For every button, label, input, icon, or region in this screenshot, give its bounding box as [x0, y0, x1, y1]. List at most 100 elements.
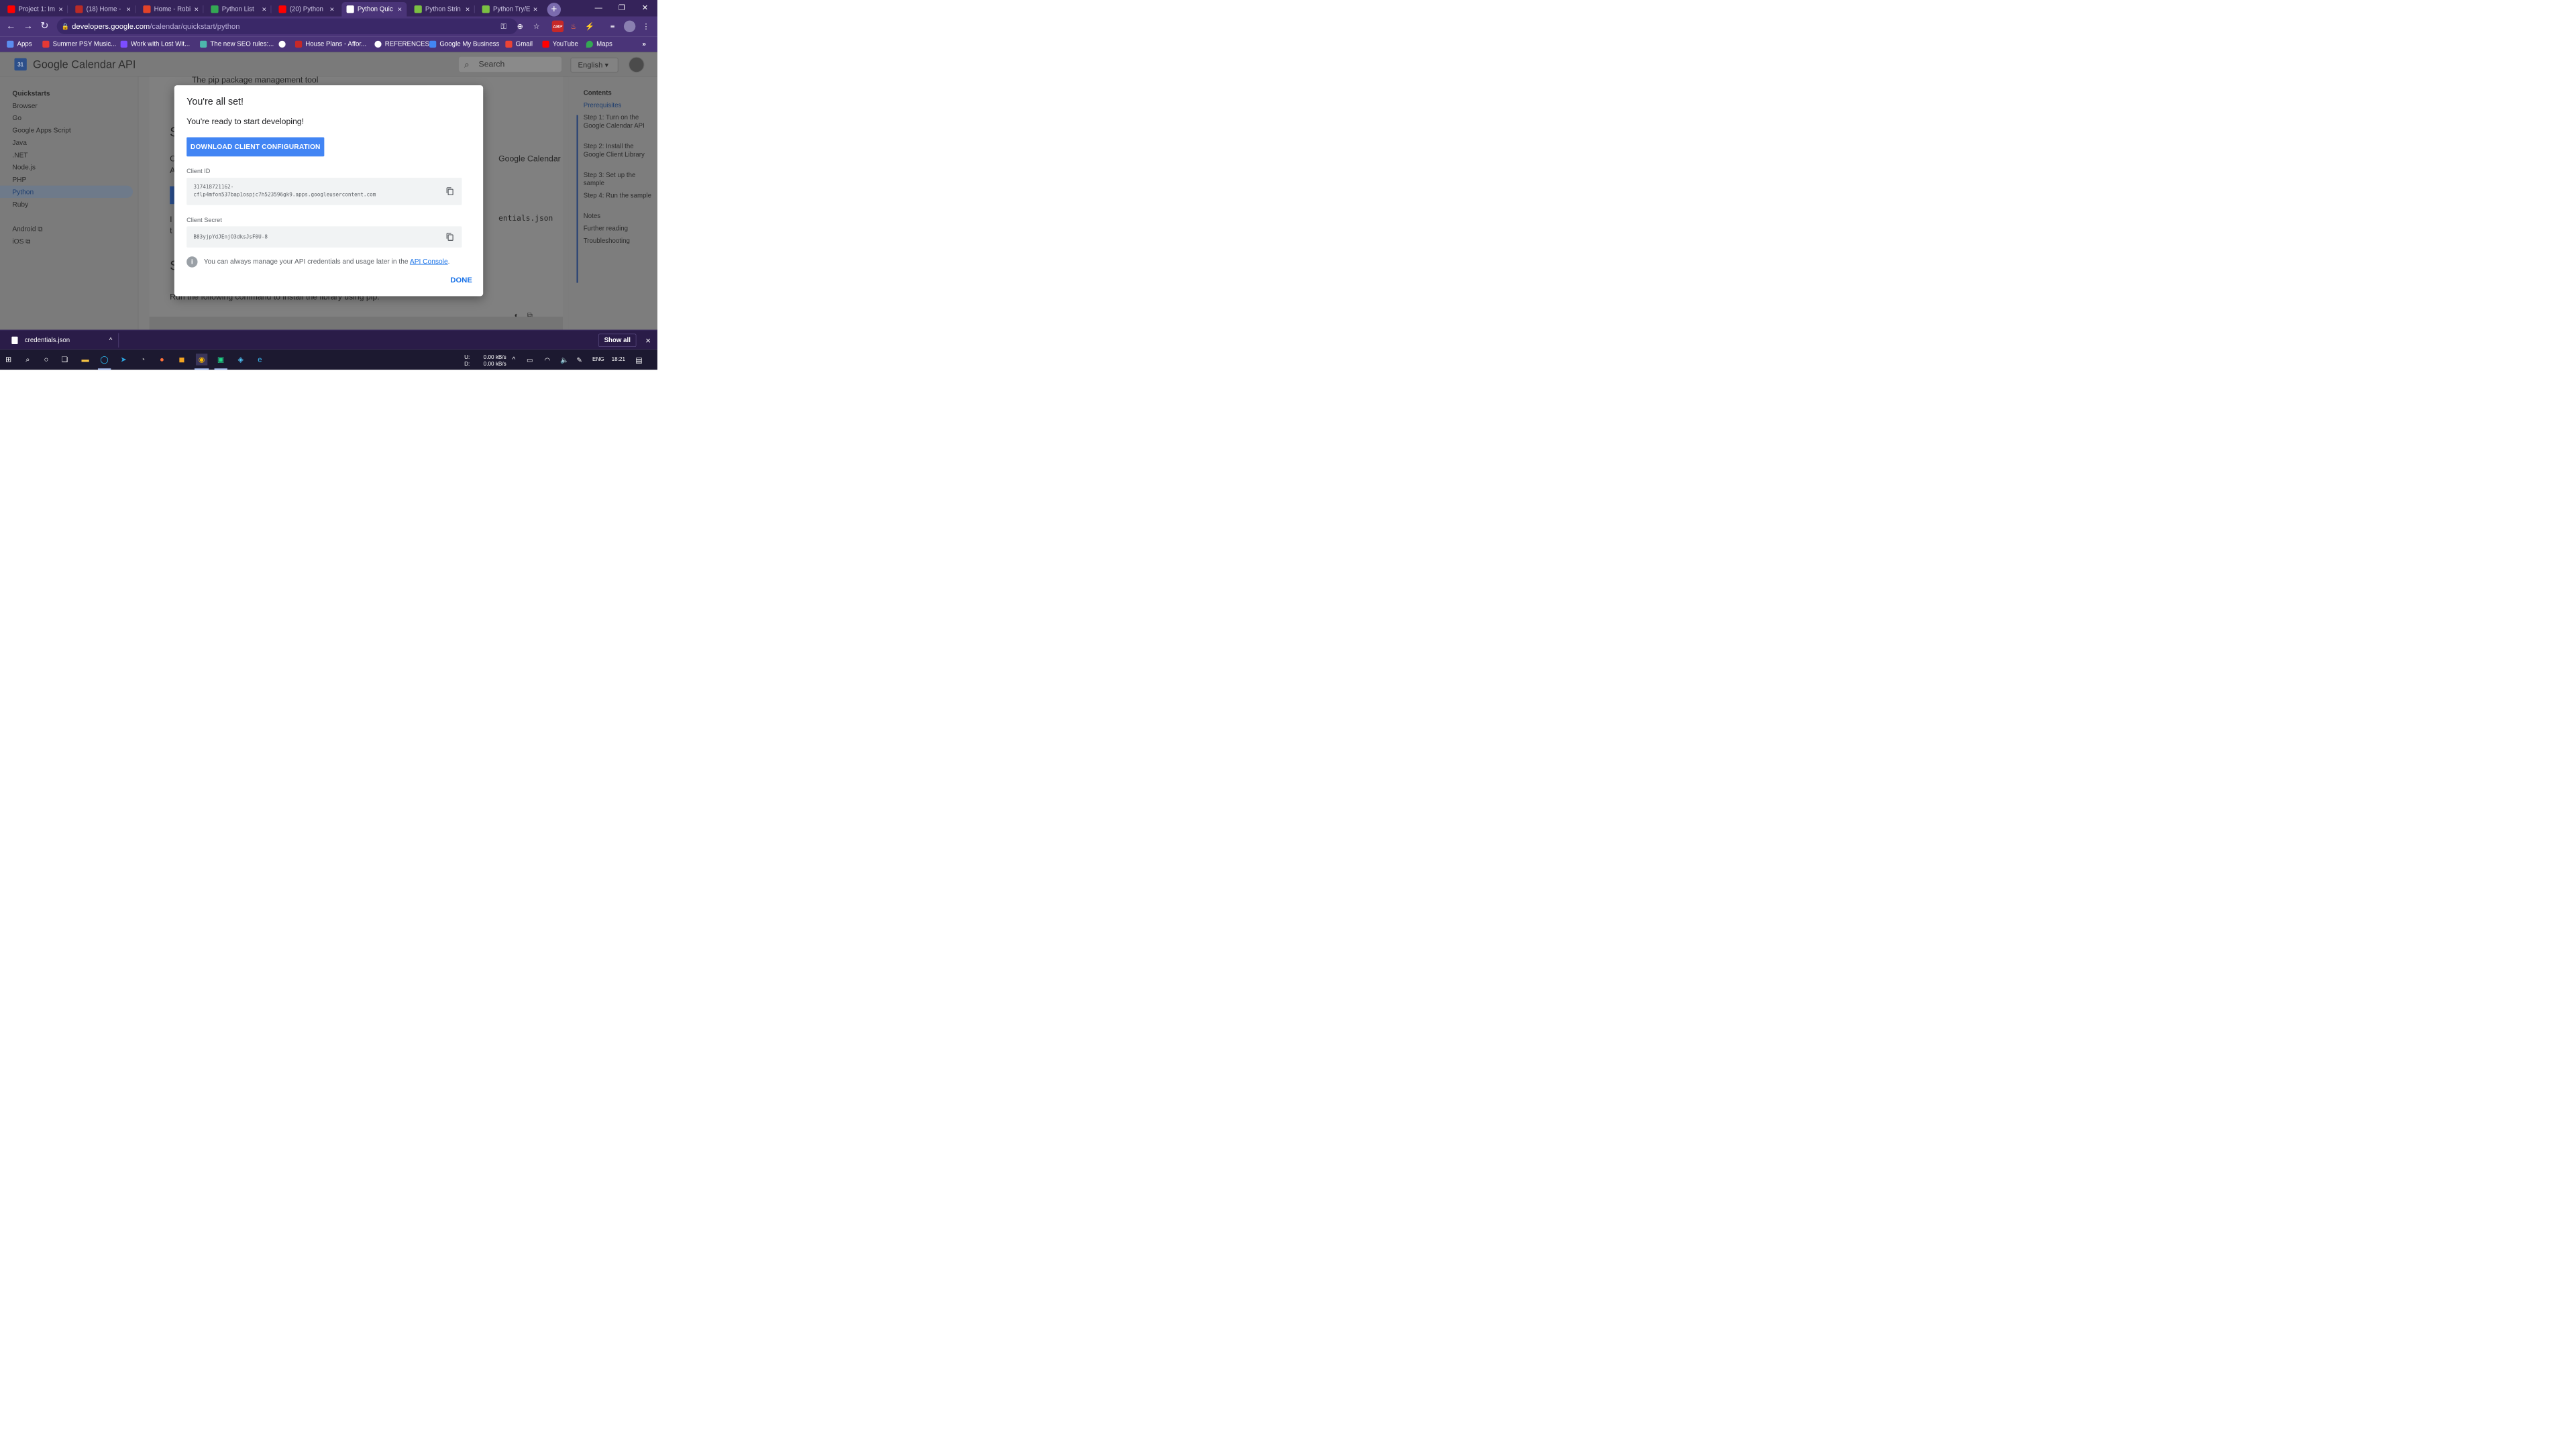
nav-item-nodejs[interactable]: Node.js	[12, 164, 36, 172]
nav-item-go[interactable]: Go	[12, 114, 21, 122]
sublime-text-icon[interactable]: ◼	[176, 354, 187, 365]
minimize-button[interactable]: —	[588, 0, 610, 15]
key-icon[interactable]: ⚿	[498, 21, 509, 32]
chevron-up-icon[interactable]: ^	[513, 356, 516, 364]
windows-start-icon[interactable]: ⊞	[3, 354, 14, 365]
app-icon[interactable]: ◯	[99, 354, 110, 365]
close-icon[interactable]: ×	[262, 5, 267, 13]
nav-item-ruby[interactable]: Ruby	[12, 201, 28, 209]
tab-8[interactable]: Python Try/E ×	[477, 2, 542, 16]
chrome-icon[interactable]: ◉	[195, 354, 208, 366]
bookmark-apps[interactable]: Apps	[7, 36, 32, 52]
bookmark-item[interactable]: YouTube	[542, 36, 578, 52]
search-icon[interactable]: ⌕	[22, 354, 34, 365]
file-explorer-icon[interactable]: ▬	[79, 354, 91, 365]
forward-button[interactable]: →	[22, 20, 34, 32]
toc-item-prerequisites[interactable]: Prerequisites	[584, 101, 652, 109]
app-icon[interactable]: ◈	[235, 354, 246, 365]
toc-item-step1[interactable]: Step 1: Turn on the Google Calendar API	[584, 113, 652, 129]
clock[interactable]: 18:21	[612, 356, 625, 362]
tab-2[interactable]: (18) Home - ×	[70, 2, 136, 16]
close-icon[interactable]: ×	[126, 5, 131, 13]
firefox-icon[interactable]: ●	[156, 354, 168, 365]
show-all-button[interactable]: Show all	[598, 333, 637, 347]
bookmark-item[interactable]	[278, 36, 288, 52]
chevron-up-icon[interactable]: ^	[109, 334, 113, 347]
avatar[interactable]	[629, 56, 645, 73]
tab-6-active[interactable]: Python Quic ×	[341, 2, 407, 17]
download-item[interactable]: credentials.json ^	[8, 334, 117, 347]
telegram-icon[interactable]: ➤	[118, 354, 129, 365]
close-icon[interactable]: ×	[466, 5, 470, 13]
bookmark-item[interactable]: Gmail	[505, 36, 533, 52]
bookmark-item[interactable]: Summer PSY Music...	[42, 36, 116, 52]
edge-icon[interactable]: e	[254, 354, 266, 365]
address-bar[interactable]: 🔒 developers.google.com/calendar/quickst…	[56, 18, 518, 35]
nav-item-java[interactable]: Java	[12, 139, 27, 147]
notification-icon[interactable]: ▤	[635, 356, 643, 364]
app-icon[interactable]: ◔	[137, 354, 148, 365]
pycharm-icon[interactable]: ▣	[215, 354, 227, 365]
nav-item-apps-script[interactable]: Google Apps Script	[12, 127, 70, 135]
more-bookmarks-icon[interactable]: »	[643, 36, 646, 52]
download-client-configuration-button[interactable]: DOWNLOAD CLIENT CONFIGURATION	[186, 137, 325, 157]
close-window-button[interactable]: ✕	[634, 0, 656, 15]
toc-item-further-reading[interactable]: Further reading	[584, 225, 652, 233]
tab-5[interactable]: (20) Python ×	[274, 2, 339, 16]
bookmark-item[interactable]: Google My Business	[429, 36, 499, 52]
close-icon[interactable]: ×	[330, 5, 335, 13]
profile-avatar[interactable]	[623, 20, 636, 32]
close-icon[interactable]: ×	[398, 5, 402, 13]
client-id-field[interactable]: 317418721162- cflp4mfon537bap1ospjc7h523…	[186, 177, 462, 205]
tab-7[interactable]: Python Strin ×	[409, 2, 475, 16]
tab-3[interactable]: Home - Robi ×	[138, 2, 204, 16]
copy-icon[interactable]	[445, 232, 455, 242]
nav-item-ios[interactable]: iOS ⧉	[12, 237, 30, 246]
language-indicator[interactable]: ENG	[592, 356, 604, 362]
extension-icon[interactable]: ⚡	[584, 21, 596, 32]
back-button[interactable]: ←	[5, 20, 17, 32]
nav-item-browser[interactable]: Browser	[12, 102, 37, 110]
cortana-icon[interactable]: ○	[40, 354, 52, 365]
toc-item-troubleshooting[interactable]: Troubleshooting	[584, 237, 652, 245]
toc-item-step3[interactable]: Step 3: Set up the sample	[584, 171, 652, 187]
search-input[interactable]: ⌕ Search	[458, 56, 562, 72]
copy-icon[interactable]	[445, 186, 455, 197]
language-select[interactable]: English ▾	[570, 57, 619, 73]
client-secret-field[interactable]: B83yjpYdJEnjO3dksJsF0U-8	[186, 226, 462, 248]
close-icon[interactable]: ×	[533, 5, 538, 13]
install-icon[interactable]: ⊕	[515, 21, 526, 32]
bookmark-star-icon[interactable]: ☆	[531, 21, 542, 32]
pen-icon[interactable]: ✎	[577, 356, 583, 364]
toc-item-step2[interactable]: Step 2: Install the Google Client Librar…	[584, 142, 652, 158]
bookmark-item[interactable]: Work with Lost Wit...	[120, 36, 190, 52]
media-queue-icon[interactable]: ≡	[606, 21, 618, 32]
extension-icon[interactable]: ♨	[568, 21, 579, 32]
tab-1[interactable]: Project 1: Im ×	[3, 2, 68, 16]
nav-item-dotnet[interactable]: .NET	[12, 152, 28, 160]
bookmark-item[interactable]: The new SEO rules:...	[200, 36, 274, 52]
adblock-extension-icon[interactable]: ABP	[551, 20, 564, 32]
toc-item-step4[interactable]: Step 4: Run the sample	[584, 192, 652, 200]
nav-item-php[interactable]: PHP	[12, 176, 26, 184]
bookmark-item[interactable]: Maps	[586, 36, 612, 52]
reload-button[interactable]: ↻	[38, 20, 50, 32]
nav-item-android[interactable]: Android ⧉	[12, 225, 42, 233]
volume-icon[interactable]: 🔈	[560, 356, 569, 364]
close-icon[interactable]: ×	[194, 5, 199, 13]
close-icon[interactable]: ×	[58, 5, 63, 13]
restore-button[interactable]: ❐	[611, 0, 633, 15]
task-view-icon[interactable]: ❏	[59, 354, 70, 365]
api-console-link[interactable]: API Console	[410, 258, 448, 265]
bookmark-item[interactable]: REFERENCES	[374, 36, 429, 52]
site-title[interactable]: Google Calendar API	[33, 58, 136, 71]
wifi-icon[interactable]: ◠	[545, 356, 551, 364]
close-download-bar-icon[interactable]: ×	[643, 334, 653, 347]
nav-item-python[interactable]: Python	[12, 189, 34, 197]
new-tab-button[interactable]: +	[547, 3, 561, 17]
battery-icon[interactable]: ▭	[527, 356, 533, 364]
menu-kebab-icon[interactable]: ⋮	[640, 21, 651, 32]
done-button[interactable]: DONE	[450, 276, 472, 284]
tab-4[interactable]: Python List ×	[206, 2, 272, 16]
bookmark-item[interactable]: House Plans - Affor...	[294, 36, 366, 52]
